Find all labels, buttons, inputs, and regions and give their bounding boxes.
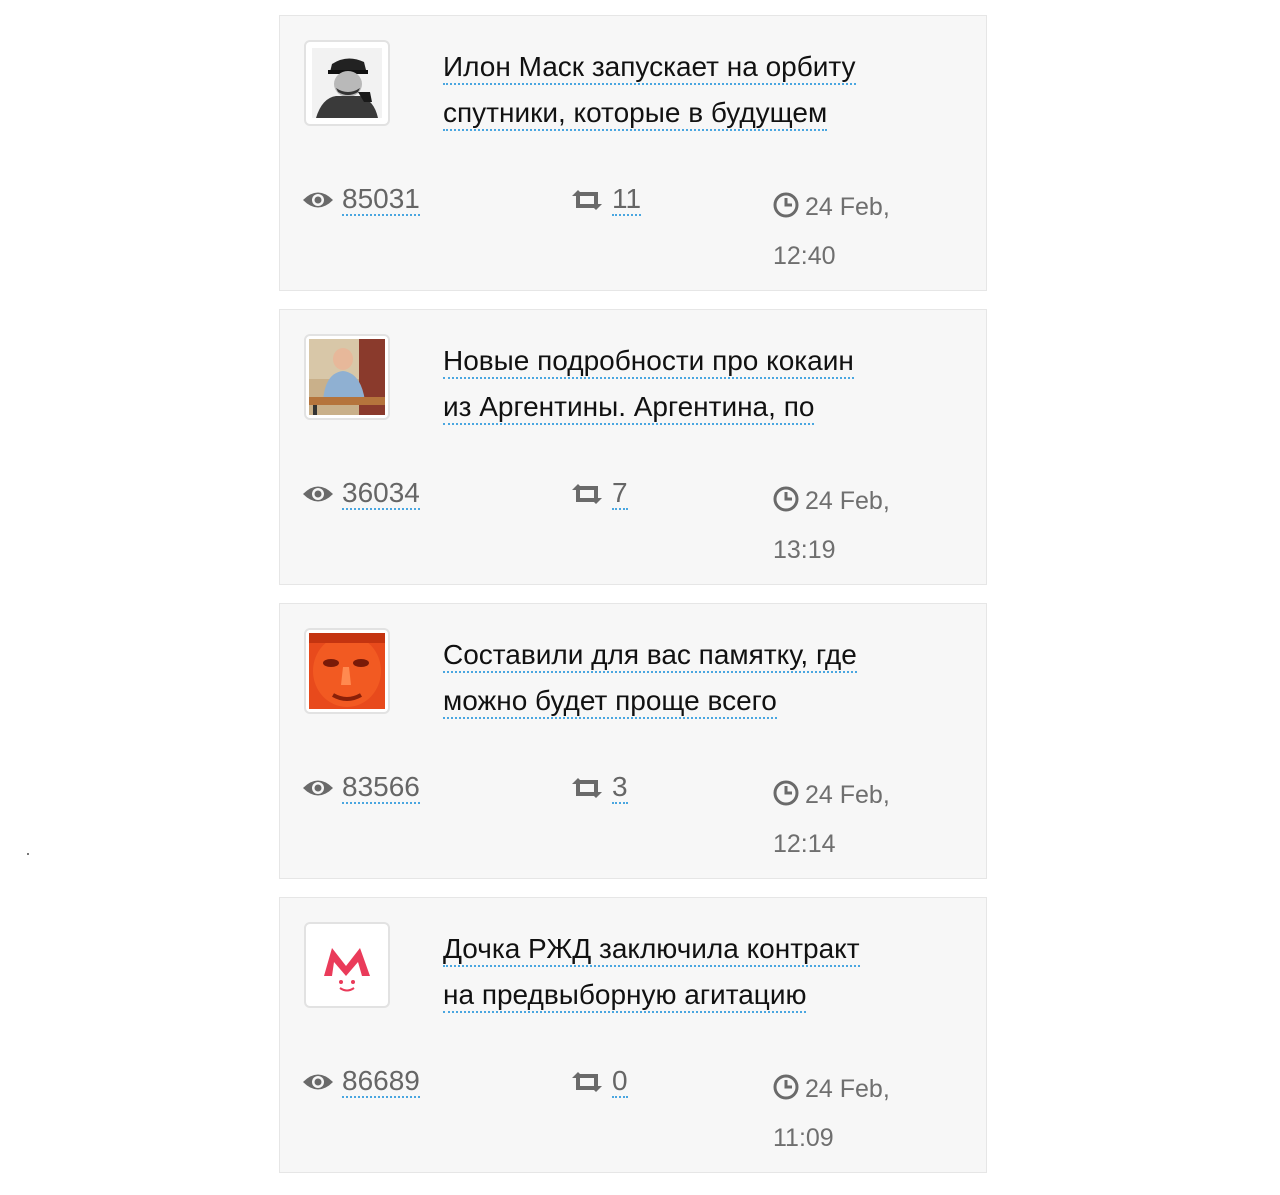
views-stat: 36034 bbox=[302, 478, 420, 510]
post-card: Составили для вас памятку, где можно буд… bbox=[279, 603, 987, 879]
views-count[interactable]: 85031 bbox=[342, 184, 420, 216]
clock-icon bbox=[773, 481, 799, 527]
post-title-line[interactable]: Новые подробности про кокаин bbox=[443, 345, 854, 379]
eye-icon bbox=[302, 189, 334, 211]
views-stat: 86689 bbox=[302, 1066, 420, 1098]
post-feed: Илон Маск запускает на орбиту спутники, … bbox=[279, 15, 989, 1191]
post-date: 24 Feb, 12:40 bbox=[773, 184, 923, 279]
views-count[interactable]: 86689 bbox=[342, 1066, 420, 1098]
reposts-stat: 11 bbox=[570, 184, 642, 216]
repost-icon bbox=[570, 1071, 604, 1093]
eye-icon bbox=[302, 777, 334, 799]
post-title-line[interactable]: можно будет проще всего bbox=[443, 685, 777, 719]
channel-avatar[interactable] bbox=[304, 40, 390, 126]
reposts-count[interactable]: 7 bbox=[612, 478, 628, 510]
post-date-text: 24 Feb, bbox=[805, 193, 890, 221]
post-date: 24 Feb, 12:14 bbox=[773, 772, 923, 867]
reposts-count[interactable]: 0 bbox=[612, 1066, 628, 1098]
post-date: 24 Feb, 13:19 bbox=[773, 478, 923, 573]
post-card: Илон Маск запускает на орбиту спутники, … bbox=[279, 15, 987, 291]
post-card: Новые подробности про кокаин из Аргентин… bbox=[279, 309, 987, 585]
post-title-line[interactable]: из Аргентины. Аргентина, по bbox=[443, 391, 815, 425]
post-time-text: 12:14 bbox=[773, 830, 836, 858]
post-time-text: 12:40 bbox=[773, 242, 836, 270]
reposts-count[interactable]: 11 bbox=[612, 184, 642, 216]
post-title-line[interactable]: Илон Маск запускает на орбиту bbox=[443, 51, 856, 85]
reposts-stat: 0 bbox=[570, 1066, 628, 1098]
views-stat: 83566 bbox=[302, 772, 420, 804]
views-count[interactable]: 36034 bbox=[342, 478, 420, 510]
reposts-stat: 3 bbox=[570, 772, 628, 804]
repost-icon bbox=[570, 189, 604, 211]
post-card: Дочка РЖД заключила контракт на предвыбо… bbox=[279, 897, 987, 1173]
reposts-stat: 7 bbox=[570, 478, 628, 510]
post-date-text: 24 Feb, bbox=[805, 487, 890, 515]
channel-avatar[interactable] bbox=[304, 334, 390, 420]
avatar-photo-man-at-desk bbox=[309, 339, 385, 415]
repost-icon bbox=[570, 777, 604, 799]
views-count[interactable]: 83566 bbox=[342, 772, 420, 804]
post-title-link[interactable]: Новые подробности про кокаин из Аргентин… bbox=[443, 338, 913, 430]
clock-icon bbox=[773, 1069, 799, 1115]
repost-icon bbox=[570, 483, 604, 505]
stray-dot bbox=[27, 853, 29, 855]
clock-icon bbox=[773, 187, 799, 233]
post-date-text: 24 Feb, bbox=[805, 1075, 890, 1103]
avatar-red-m-logo bbox=[312, 930, 382, 1000]
post-time-text: 13:19 bbox=[773, 536, 836, 564]
channel-avatar[interactable] bbox=[304, 922, 390, 1008]
avatar-photo-stalin bbox=[312, 48, 382, 118]
post-date: 24 Feb, 11:09 bbox=[773, 1066, 923, 1161]
avatar-photo-red-face bbox=[309, 633, 385, 709]
channel-avatar[interactable] bbox=[304, 628, 390, 714]
reposts-count[interactable]: 3 bbox=[612, 772, 628, 804]
post-time-text: 11:09 bbox=[773, 1124, 834, 1152]
eye-icon bbox=[302, 1071, 334, 1093]
post-date-text: 24 Feb, bbox=[805, 781, 890, 809]
post-title-link[interactable]: Дочка РЖД заключила контракт на предвыбо… bbox=[443, 926, 913, 1018]
clock-icon bbox=[773, 775, 799, 821]
post-title-line[interactable]: Составили для вас памятку, где bbox=[443, 639, 857, 673]
eye-icon bbox=[302, 483, 334, 505]
post-title-line[interactable]: на предвыборную агитацию bbox=[443, 979, 807, 1013]
post-title-line[interactable]: Дочка РЖД заключила контракт bbox=[443, 933, 860, 967]
views-stat: 85031 bbox=[302, 184, 420, 216]
post-title-line[interactable]: спутники, которые в будущем bbox=[443, 97, 828, 131]
post-title-link[interactable]: Илон Маск запускает на орбиту спутники, … bbox=[443, 44, 913, 136]
post-title-link[interactable]: Составили для вас памятку, где можно буд… bbox=[443, 632, 913, 724]
